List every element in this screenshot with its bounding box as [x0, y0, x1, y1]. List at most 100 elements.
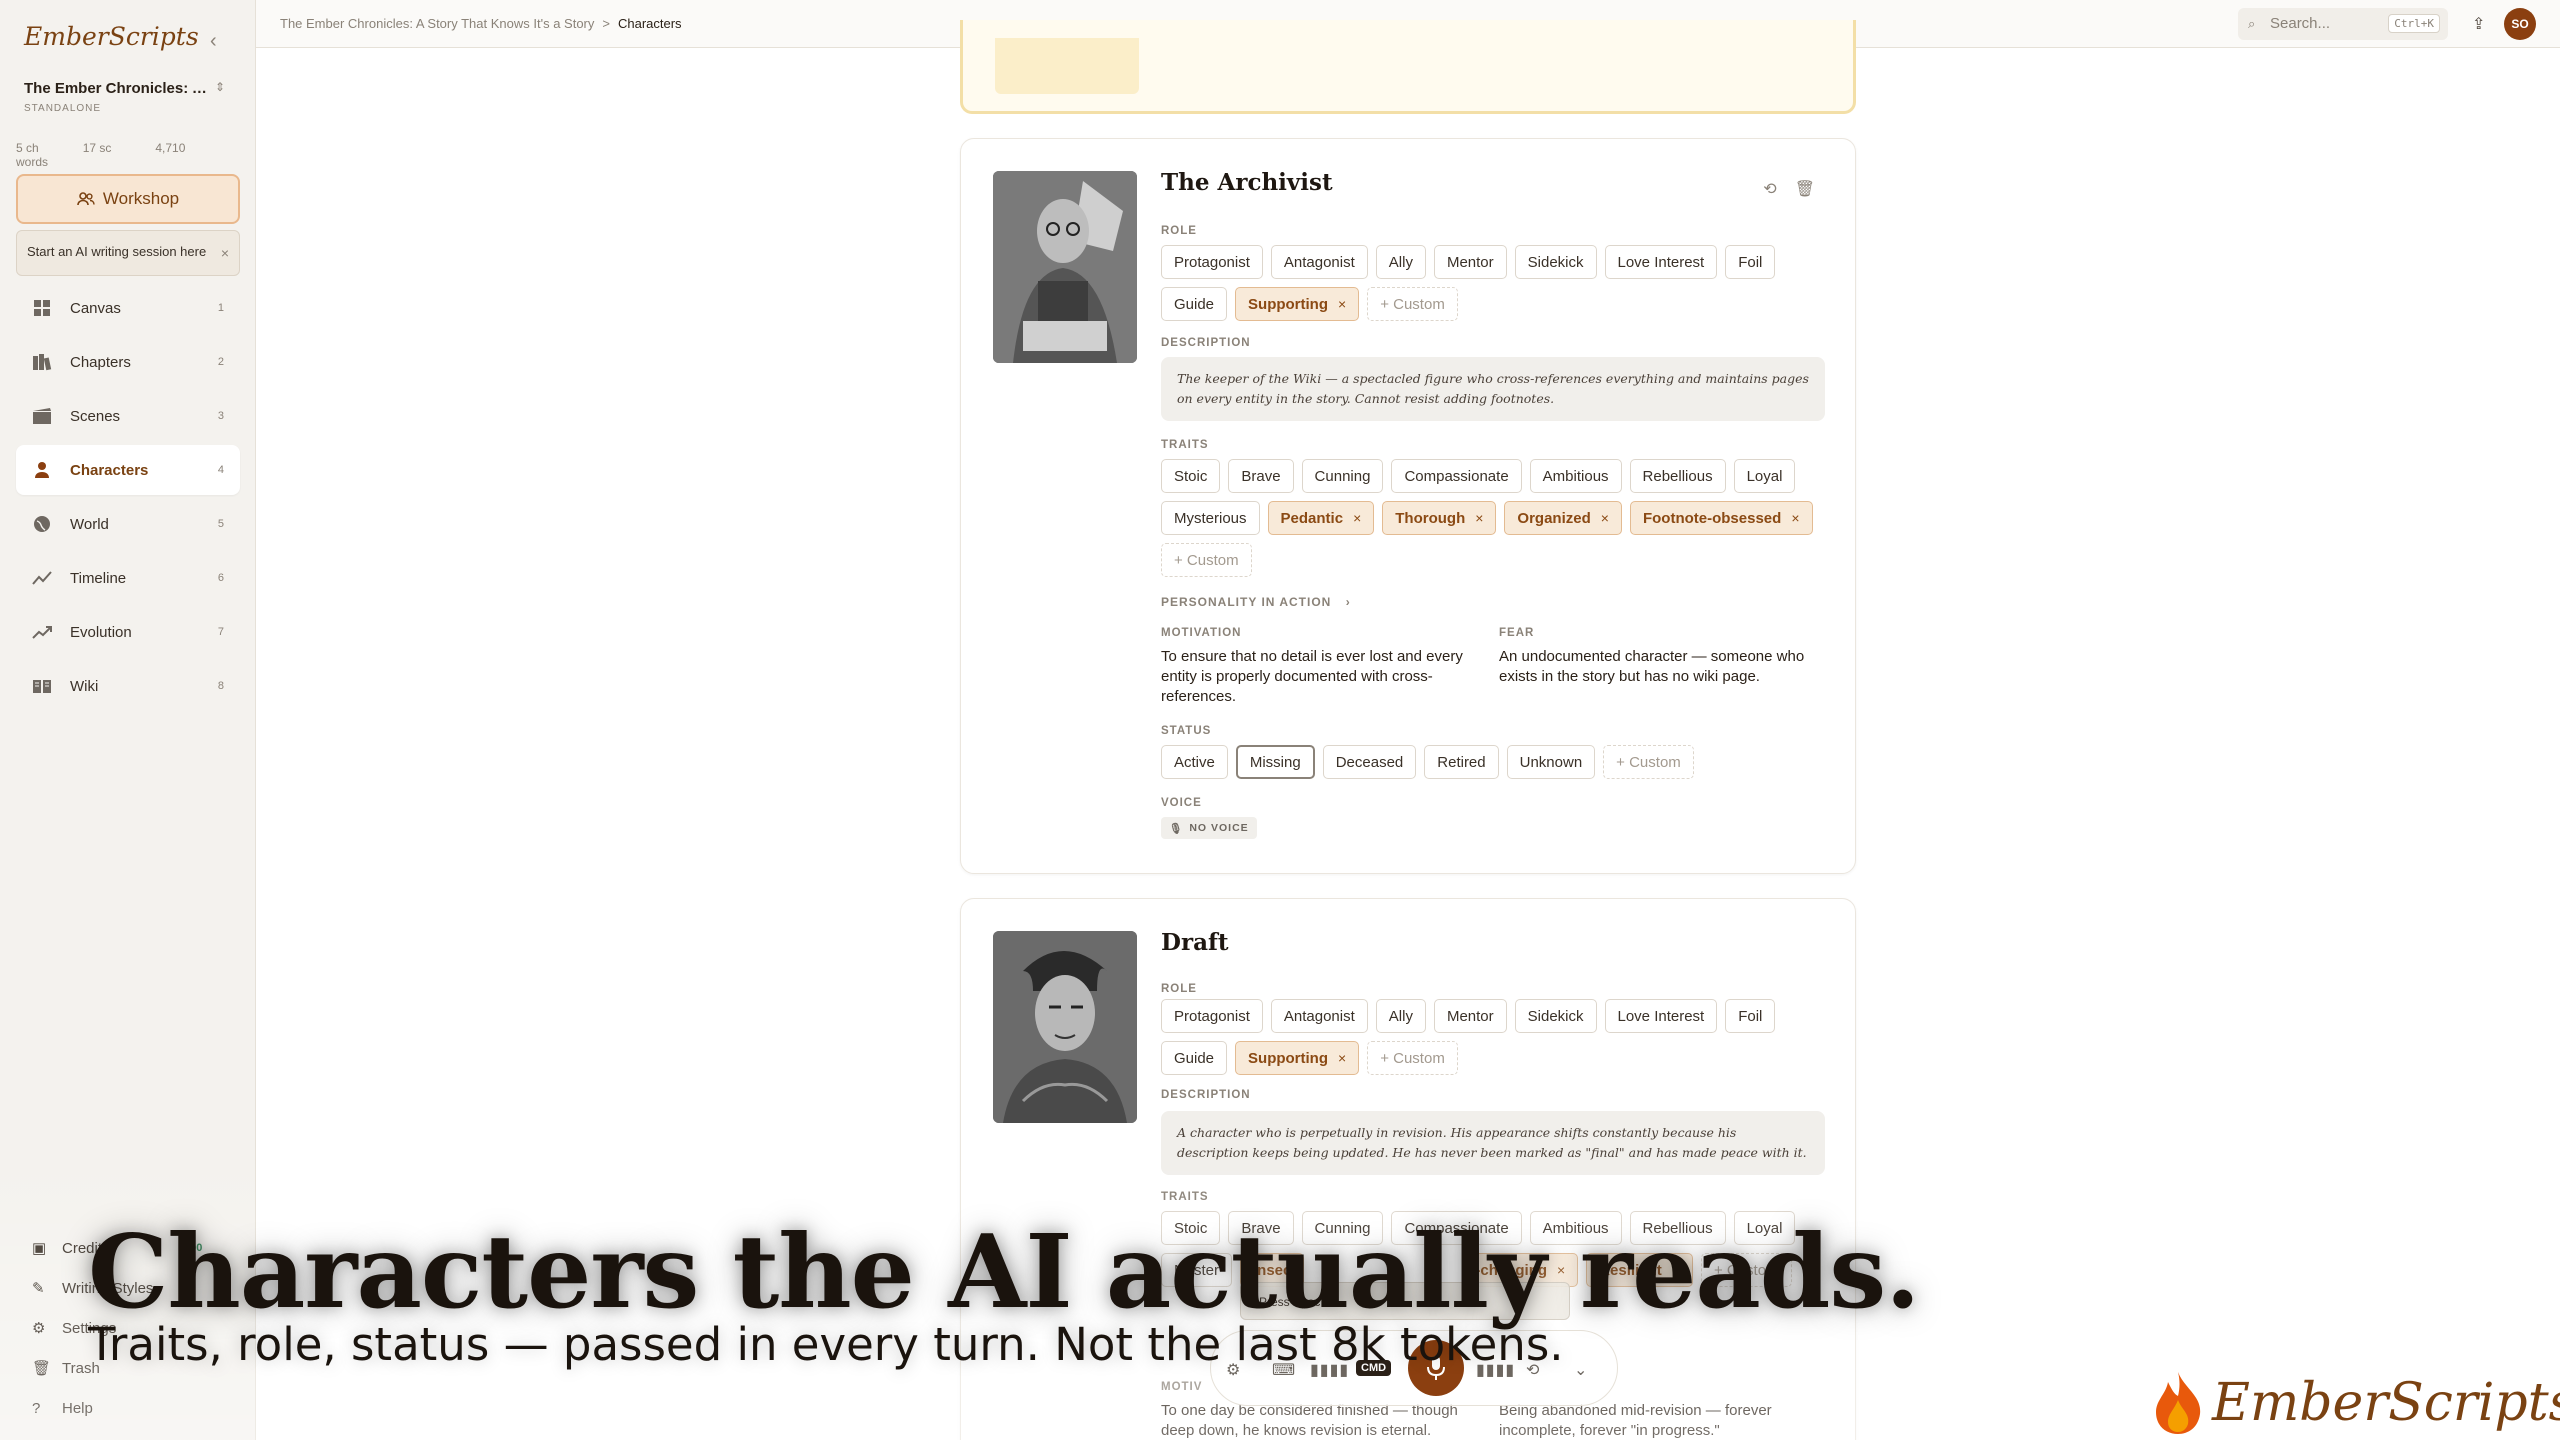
- sidebar-item-world[interactable]: World 5: [16, 499, 240, 549]
- marketing-headline: Characters the AI actually reads.: [88, 1212, 1920, 1331]
- sidebar-item-label: Scenes: [70, 407, 121, 425]
- add-custom-role-button[interactable]: + Custom: [1367, 287, 1458, 321]
- fear-label: FEAR: [1499, 627, 1535, 639]
- fear-text[interactable]: An undocumented character — someone who …: [1499, 647, 1809, 687]
- voice-label: VOICE: [1161, 797, 1202, 809]
- fear-text[interactable]: Being abandoned mid-revision — forever i…: [1499, 1401, 1809, 1440]
- film-icon: [32, 406, 52, 426]
- remove-icon[interactable]: ×: [1338, 1050, 1346, 1066]
- role-chip[interactable]: Guide: [1161, 287, 1228, 321]
- role-chip[interactable]: Love Interest: [1604, 245, 1718, 279]
- history-icon[interactable]: ⟲: [1763, 181, 1776, 198]
- sidebar-item-label: Canvas: [70, 299, 121, 317]
- project-subtitle: STANDALONE: [24, 103, 102, 114]
- breadcrumb-project[interactable]: The Ember Chronicles: A Story That Knows…: [280, 16, 594, 31]
- role-chip[interactable]: Foil: [1725, 245, 1776, 279]
- character-portrait[interactable]: [993, 931, 1137, 1123]
- remove-icon[interactable]: ×: [1338, 296, 1346, 312]
- gear-icon: ⚙: [32, 1320, 46, 1337]
- share-icon[interactable]: ⇪: [2472, 14, 2485, 34]
- trait-chip[interactable]: Mysterious: [1161, 501, 1260, 535]
- avatar[interactable]: SO: [2504, 8, 2536, 40]
- status-chip[interactable]: Deceased: [1322, 745, 1417, 779]
- trait-chip-selected[interactable]: Organized ×: [1504, 501, 1622, 535]
- character-card-archivist: The Archivist ⟲ 🗑 ROLE Protagonist Antago…: [960, 138, 1856, 874]
- trait-chip[interactable]: Loyal: [1733, 459, 1796, 493]
- add-custom-role-button[interactable]: + Custom: [1367, 1041, 1458, 1075]
- trait-chip[interactable]: Ambitious: [1529, 459, 1622, 493]
- sidebar-item-evolution[interactable]: Evolution 7: [16, 607, 240, 657]
- status-chip[interactable]: Active: [1161, 745, 1228, 779]
- character-name[interactable]: The Archivist: [1161, 169, 1333, 196]
- project-title[interactable]: The Ember Chronicles: A...: [24, 80, 209, 97]
- status-chip[interactable]: Retired: [1424, 745, 1499, 779]
- sidebar-item-help[interactable]: ? Help: [16, 1388, 240, 1428]
- delete-icon[interactable]: 🗑: [1795, 181, 1815, 198]
- sidebar-item-characters[interactable]: Characters 4: [16, 445, 240, 495]
- description-text[interactable]: A character who is perpetually in revisi…: [1161, 1111, 1825, 1175]
- role-chip[interactable]: Sidekick: [1514, 245, 1597, 279]
- add-custom-status-button[interactable]: + Custom: [1603, 745, 1694, 779]
- trait-chip[interactable]: Brave: [1228, 459, 1294, 493]
- status-chip-selected[interactable]: Missing: [1235, 745, 1315, 779]
- remove-icon[interactable]: ×: [1353, 510, 1361, 526]
- role-chip[interactable]: Mentor: [1433, 245, 1507, 279]
- role-chip[interactable]: Protagonist: [1161, 999, 1263, 1033]
- project-switch-icon[interactable]: ⇕: [215, 80, 225, 94]
- role-chip[interactable]: Love Interest: [1604, 999, 1718, 1033]
- trait-chips: Stoic Brave Cunning Compassionate Ambiti…: [1161, 459, 1841, 577]
- app-logo[interactable]: EmberScripts: [24, 22, 199, 51]
- role-chip[interactable]: Ally: [1375, 245, 1426, 279]
- trait-chip[interactable]: Stoic: [1161, 459, 1221, 493]
- status-chip[interactable]: Unknown: [1506, 745, 1596, 779]
- trait-chip-selected[interactable]: Footnote-obsessed ×: [1629, 501, 1813, 535]
- status-chips: Active Missing Deceased Retired Unknown …: [1161, 745, 1841, 779]
- sidebar-item-timeline[interactable]: Timeline 6: [16, 553, 240, 603]
- trait-chip-selected[interactable]: Thorough ×: [1382, 501, 1497, 535]
- voice-badge[interactable]: 🎙 NO VOICE: [1161, 817, 1257, 839]
- role-chip[interactable]: Antagonist: [1270, 999, 1368, 1033]
- help-label: Help: [62, 1399, 93, 1417]
- role-label: ROLE: [1161, 225, 1197, 237]
- role-chip[interactable]: Antagonist: [1270, 245, 1368, 279]
- collapse-sidebar-icon[interactable]: ‹: [210, 30, 217, 53]
- motivation-text[interactable]: To one day be considered finished — thou…: [1161, 1401, 1471, 1440]
- workshop-button[interactable]: Workshop: [16, 174, 240, 224]
- motivation-text[interactable]: To ensure that no detail is ever lost an…: [1161, 647, 1471, 707]
- shortcut-number: 3: [217, 410, 224, 422]
- trait-chip[interactable]: Compassionate: [1391, 459, 1522, 493]
- role-chip[interactable]: Sidekick: [1514, 999, 1597, 1033]
- add-custom-trait-button[interactable]: + Custom: [1161, 543, 1252, 577]
- role-chip-selected[interactable]: Supporting ×: [1235, 287, 1360, 321]
- personality-in-action-toggle[interactable]: PERSONALITY IN ACTION ›: [1161, 595, 1351, 609]
- role-chip[interactable]: Mentor: [1433, 999, 1507, 1033]
- character-portrait[interactable]: [993, 171, 1137, 363]
- role-chip[interactable]: Ally: [1375, 999, 1426, 1033]
- sidebar-item-wiki[interactable]: Wiki 8: [16, 661, 240, 711]
- sidebar-item-label: Chapters: [70, 353, 131, 371]
- shortcut-number: 4: [217, 464, 224, 476]
- trait-chip-selected[interactable]: Pedantic ×: [1267, 501, 1375, 535]
- sidebar-item-chapters[interactable]: Chapters 2: [16, 337, 240, 387]
- remove-icon[interactable]: ×: [1601, 510, 1609, 526]
- sidebar-item-scenes[interactable]: Scenes 3: [16, 391, 240, 441]
- remove-icon[interactable]: ×: [1475, 510, 1483, 526]
- role-chip[interactable]: Guide: [1161, 1041, 1228, 1075]
- role-chip[interactable]: Foil: [1725, 999, 1776, 1033]
- trait-chip[interactable]: Rebellious: [1629, 459, 1726, 493]
- shortcut-number: 8: [217, 680, 224, 692]
- sidebar-item-canvas[interactable]: Canvas 1: [16, 283, 240, 333]
- description-text[interactable]: The keeper of the Wiki — a spectacled fi…: [1161, 357, 1825, 421]
- role-chip-selected[interactable]: Supporting ×: [1235, 1041, 1360, 1075]
- sidebar-item-label: Evolution: [70, 623, 132, 641]
- character-name[interactable]: Draft: [1161, 929, 1228, 956]
- close-icon[interactable]: ×: [221, 245, 229, 261]
- mic-icon: 🎙: [1169, 822, 1184, 835]
- role-chip-label: Supporting: [1248, 1049, 1329, 1067]
- sidebar-nav: Canvas 1 Chapters 2 Scenes 3 Characters …: [16, 283, 240, 715]
- chevron-down-icon[interactable]: ⌄: [1574, 1360, 1587, 1380]
- remove-icon[interactable]: ×: [1791, 510, 1799, 526]
- search-input[interactable]: ⌕ Search... Ctrl+K: [2238, 8, 2448, 40]
- trait-chip[interactable]: Cunning: [1301, 459, 1384, 493]
- role-chip[interactable]: Protagonist: [1161, 245, 1263, 279]
